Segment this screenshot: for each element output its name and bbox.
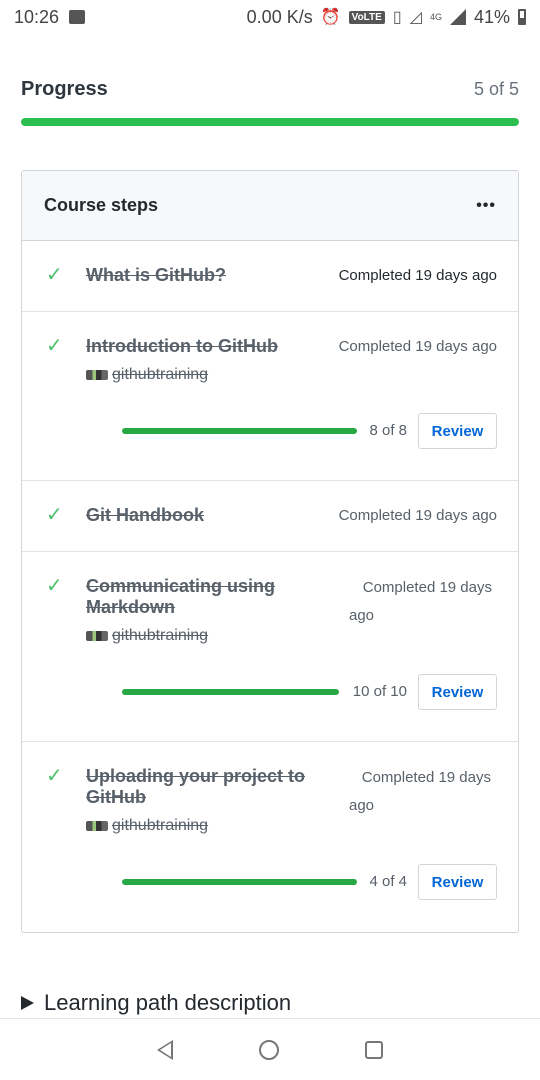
owner-avatar [86,821,108,831]
course-steps-header: Course steps ••• [22,171,518,241]
signal-icon: ◿ [409,9,422,26]
volte-icon: VoLTE [348,10,385,24]
step-progress-fill [122,689,339,695]
clock: 10:26 [14,6,60,27]
owner-avatar [86,631,108,641]
step-title[interactable]: What is GitHub? [86,265,226,286]
review-button[interactable]: Review [418,864,497,900]
check-icon: ✓ [46,264,63,286]
step-title[interactable]: Uploading your project to GitHub [86,766,305,808]
status-icons: 0.00 K/s ⏰ VoLTE ▯ ◿ 4G 41% [247,0,526,34]
learning-path-description-toggle[interactable]: Learning path description [21,990,291,1016]
check-icon: ✓ [46,504,63,526]
repo-owner[interactable]: githubtraining [86,627,208,645]
learning-path-description-label: Learning path description [44,990,292,1015]
check-icon: ✓ [46,575,63,597]
owner-name: githubtraining [112,817,209,834]
step-title-line: Markdown [86,597,176,617]
course-step[interactable]: ✓ Uploading your project to GitHub Compl… [22,742,518,932]
course-steps-card: Course steps ••• ✓ What is GitHub? Compl… [21,170,519,933]
step-progress-fill [122,879,357,885]
progress-bar-fill [21,118,519,126]
alarm-icon: ⏰ [320,9,341,26]
status-bar: 10:26 0.00 K/s ⏰ VoLTE ▯ ◿ 4G 41% [0,0,540,34]
signal-4g-icon [449,9,466,25]
step-progress-count: 10 of 10 [352,683,407,700]
course-step[interactable]: ✓ What is GitHub? Completed 19 days ago [22,241,518,312]
step-title-line: Uploading your project to [86,766,305,786]
owner-name: githubtraining [112,366,209,383]
step-progress-bar [122,879,357,885]
step-title[interactable]: Communicating using Markdown [86,576,275,618]
repo-owner[interactable]: githubtraining [86,817,208,835]
course-step[interactable]: ✓ Communicating using Markdown Completed… [22,552,518,742]
course-step[interactable]: ✓ Git Handbook Completed 19 days ago [22,481,518,552]
course-step[interactable]: ✓ Introduction to GitHub Completed 19 da… [22,312,518,481]
recents-icon[interactable] [365,1040,383,1059]
network-speed: 0.00 K/s [246,6,313,27]
step-title[interactable]: Git Handbook [86,505,204,526]
step-progress-count: 4 of 4 [369,873,407,890]
course-steps-title: Course steps [44,195,159,215]
owner-avatar [86,370,108,380]
check-icon: ✓ [46,765,63,787]
progress-title: Progress [21,78,108,100]
network-type: 4G [429,12,442,22]
triangle-right-icon [21,996,34,1010]
step-title[interactable]: Introduction to GitHub [86,336,278,357]
progress-bar [21,118,519,126]
vibrate-icon: ▯ [392,9,402,26]
step-status: Completed 19 days ago [338,338,497,355]
image-icon [69,10,86,24]
more-horizontal-icon[interactable]: ••• [476,197,496,215]
step-title-line: GitHub [86,787,146,807]
check-icon: ✓ [46,335,63,357]
step-status: ago [349,797,375,814]
review-button[interactable]: Review [418,674,497,710]
review-button[interactable]: Review [418,413,497,449]
owner-name: githubtraining [112,627,209,644]
step-progress-count: 8 of 8 [369,422,407,439]
step-progress-bar [122,428,357,434]
step-status: Completed 19 days ago [338,507,497,524]
step-status: Completed 19 days [362,579,492,596]
navigation-bar [0,1018,540,1080]
progress-header: Progress 5 of 5 [21,78,519,101]
repo-owner[interactable]: githubtraining [86,366,208,384]
battery-level: 41% [473,6,510,27]
step-progress-fill [122,428,357,434]
battery-icon [518,9,526,25]
step-title-line: Communicating using [86,576,275,596]
step-status: Completed 19 days ago [338,267,497,284]
step-status: ago [349,607,375,624]
step-progress-bar [122,689,339,695]
progress-count: 5 of 5 [473,79,519,99]
back-icon[interactable] [157,1039,173,1060]
home-icon[interactable] [259,1039,279,1060]
step-status: Completed 19 days [361,769,491,786]
